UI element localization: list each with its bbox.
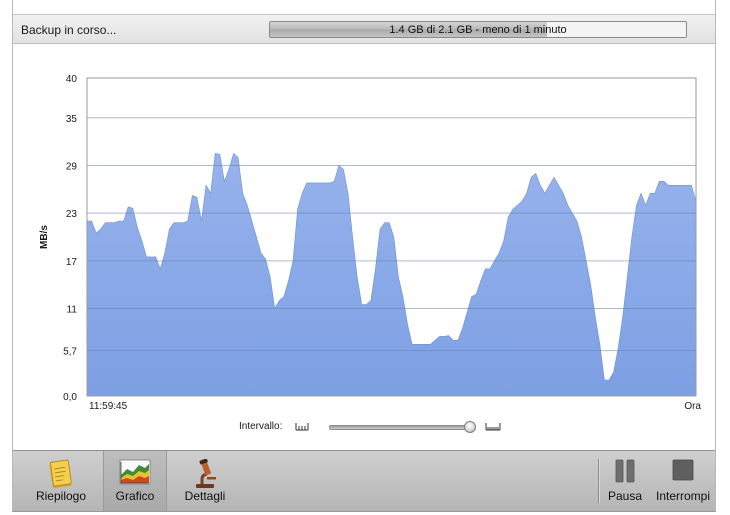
stop-button[interactable]: Interrompi [651, 451, 715, 511]
y-tick-label: 29 [66, 161, 78, 172]
summary-button[interactable]: Riepilogo [27, 451, 95, 511]
details-label: Dettagli [184, 489, 226, 503]
y-axis-ticks: 0,0 5,7 11 17 23 29 35 40 [63, 74, 77, 403]
microscope-icon [196, 459, 216, 488]
backup-window: Backup in corso... 1.4 GB di 2.1 GB - me… [12, 0, 716, 512]
y-axis-label: MB/s [39, 225, 50, 249]
progress-text: 1.4 GB di 2.1 GB - meno di 1 minuto [389, 24, 567, 36]
y-tick-label: 11 [67, 305, 78, 316]
x-axis-end-label: Ora [684, 401, 701, 412]
interval-slider-thumb[interactable] [463, 421, 476, 433]
y-tick-label: 23 [66, 209, 78, 220]
x-axis-start-label: 11:59:45 [89, 401, 128, 412]
pause-icon [615, 459, 635, 483]
y-tick-label: 5,7 [63, 347, 77, 358]
long-range-icon [485, 423, 501, 431]
y-tick-label: 0,0 [63, 392, 77, 403]
pause-label: Pausa [607, 489, 643, 503]
stop-label: Interrompi [655, 489, 711, 503]
interval-label: Intervallo: [239, 421, 283, 432]
y-tick-label: 17 [66, 257, 78, 268]
y-tick-label: 40 [66, 74, 78, 85]
notepad-icon [49, 459, 72, 489]
area-chart-icon [119, 459, 151, 485]
throughput-chart: 0,0 5,7 11 17 23 29 35 40 MB/s 11:59:45 Ora [39, 74, 701, 412]
y-tick-label: 35 [66, 114, 78, 125]
details-button[interactable]: Dettagli [173, 451, 237, 511]
backup-progress-bar: 1.4 GB di 2.1 GB - meno di 1 minuto [269, 21, 687, 38]
stop-icon [672, 459, 694, 481]
pause-button[interactable]: Pausa [603, 451, 647, 511]
toolbar-separator [598, 459, 599, 503]
interval-slider[interactable] [329, 421, 476, 433]
status-bar: Backup in corso... 1.4 GB di 2.1 GB - me… [13, 14, 715, 44]
backup-status-text: Backup in corso... [21, 23, 117, 37]
graph-label: Grafico [115, 489, 155, 503]
graph-button[interactable]: Grafico [103, 451, 167, 511]
short-range-icon [295, 423, 309, 431]
bottom-toolbar: Riepilogo Grafico Dettagli Pausa Interro… [13, 450, 715, 511]
summary-label: Riepilogo [35, 489, 87, 503]
